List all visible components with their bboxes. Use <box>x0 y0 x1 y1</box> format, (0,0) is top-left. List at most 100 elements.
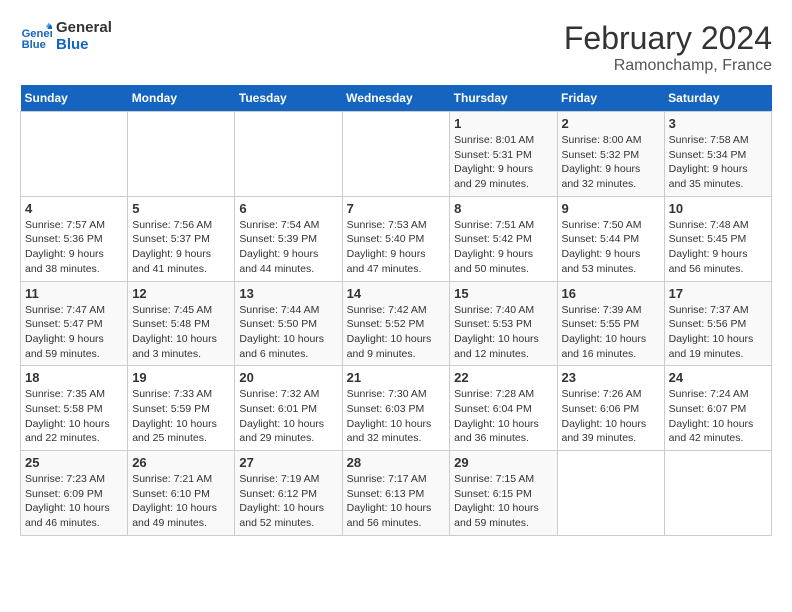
day-info: Sunrise: 7:26 AMSunset: 6:06 PMDaylight:… <box>562 387 660 446</box>
calendar-cell: 12 Sunrise: 7:45 AMSunset: 5:48 PMDayligh… <box>128 281 235 366</box>
calendar-cell <box>342 112 450 197</box>
calendar-cell <box>235 112 342 197</box>
calendar-table: SundayMondayTuesdayWednesdayThursdayFrid… <box>20 85 772 536</box>
day-info: Sunrise: 7:40 AMSunset: 5:53 PMDaylight:… <box>454 303 552 362</box>
calendar-cell <box>664 451 771 536</box>
calendar-cell: 22 Sunrise: 7:28 AMSunset: 6:04 PMDayligh… <box>450 366 557 451</box>
day-info: Sunrise: 7:53 AMSunset: 5:40 PMDaylight:… <box>347 218 446 277</box>
calendar-cell: 25 Sunrise: 7:23 AMSunset: 6:09 PMDayligh… <box>21 451 128 536</box>
calendar-cell: 21 Sunrise: 7:30 AMSunset: 6:03 PMDayligh… <box>342 366 450 451</box>
week-row-4: 18 Sunrise: 7:35 AMSunset: 5:58 PMDayligh… <box>21 366 772 451</box>
day-info: Sunrise: 7:35 AMSunset: 5:58 PMDaylight:… <box>25 387 123 446</box>
calendar-cell: 15 Sunrise: 7:40 AMSunset: 5:53 PMDayligh… <box>450 281 557 366</box>
title-block: February 2024 Ramonchamp, France <box>564 20 772 75</box>
day-number: 5 <box>132 201 230 216</box>
day-info: Sunrise: 7:45 AMSunset: 5:48 PMDaylight:… <box>132 303 230 362</box>
day-number: 1 <box>454 116 552 131</box>
calendar-cell <box>128 112 235 197</box>
day-number: 4 <box>25 201 123 216</box>
calendar-cell: 1 Sunrise: 8:01 AMSunset: 5:31 PMDaylight… <box>450 112 557 197</box>
days-header-row: SundayMondayTuesdayWednesdayThursdayFrid… <box>21 85 772 112</box>
day-number: 23 <box>562 370 660 385</box>
calendar-cell: 9Sunrise: 7:50 AMSunset: 5:44 PMDaylight… <box>557 196 664 281</box>
calendar-cell: 7 Sunrise: 7:53 AMSunset: 5:40 PMDaylight… <box>342 196 450 281</box>
calendar-cell: 4 Sunrise: 7:57 AMSunset: 5:36 PMDaylight… <box>21 196 128 281</box>
day-number: 17 <box>669 286 767 301</box>
calendar-cell: 29 Sunrise: 7:15 AMSunset: 6:15 PMDayligh… <box>450 451 557 536</box>
day-header-saturday: Saturday <box>664 85 771 112</box>
day-number: 12 <box>132 286 230 301</box>
day-info: Sunrise: 7:30 AMSunset: 6:03 PMDaylight:… <box>347 387 446 446</box>
calendar-cell: 18 Sunrise: 7:35 AMSunset: 5:58 PMDayligh… <box>21 366 128 451</box>
calendar-cell: 16 Sunrise: 7:39 AMSunset: 5:55 PMDayligh… <box>557 281 664 366</box>
day-info: Sunrise: 8:00 AMSunset: 5:32 PMDaylight:… <box>562 133 660 192</box>
logo-icon: General Blue <box>20 21 52 53</box>
calendar-cell: 27 Sunrise: 7:19 AMSunset: 6:12 PMDayligh… <box>235 451 342 536</box>
day-info: Sunrise: 7:19 AMSunset: 6:12 PMDaylight:… <box>239 472 337 531</box>
calendar-cell: 24Sunrise: 7:24 AMSunset: 6:07 PMDayligh… <box>664 366 771 451</box>
day-info: Sunrise: 7:58 AMSunset: 5:34 PMDaylight:… <box>669 133 767 192</box>
calendar-cell: 23 Sunrise: 7:26 AMSunset: 6:06 PMDayligh… <box>557 366 664 451</box>
day-number: 25 <box>25 455 123 470</box>
day-number: 15 <box>454 286 552 301</box>
day-info: Sunrise: 7:51 AMSunset: 5:42 PMDaylight:… <box>454 218 552 277</box>
day-number: 16 <box>562 286 660 301</box>
day-header-friday: Friday <box>557 85 664 112</box>
calendar-cell: 6 Sunrise: 7:54 AMSunset: 5:39 PMDaylight… <box>235 196 342 281</box>
svg-text:General: General <box>22 28 52 40</box>
logo-line1: General <box>56 20 112 37</box>
calendar-subtitle: Ramonchamp, France <box>564 57 772 75</box>
day-number: 7 <box>347 201 446 216</box>
day-info: Sunrise: 7:54 AMSunset: 5:39 PMDaylight:… <box>239 218 337 277</box>
day-info: Sunrise: 7:17 AMSunset: 6:13 PMDaylight:… <box>347 472 446 531</box>
day-number: 22 <box>454 370 552 385</box>
week-row-2: 4 Sunrise: 7:57 AMSunset: 5:36 PMDaylight… <box>21 196 772 281</box>
calendar-cell: 20Sunrise: 7:32 AMSunset: 6:01 PMDayligh… <box>235 366 342 451</box>
day-number: 19 <box>132 370 230 385</box>
calendar-cell: 10Sunrise: 7:48 AMSunset: 5:45 PMDayligh… <box>664 196 771 281</box>
calendar-cell: 8 Sunrise: 7:51 AMSunset: 5:42 PMDaylight… <box>450 196 557 281</box>
svg-text:Blue: Blue <box>22 39 46 51</box>
day-info: Sunrise: 7:15 AMSunset: 6:15 PMDaylight:… <box>454 472 552 531</box>
logo: General Blue General Blue <box>20 20 112 53</box>
week-row-1: 1 Sunrise: 8:01 AMSunset: 5:31 PMDaylight… <box>21 112 772 197</box>
calendar-cell: 3Sunrise: 7:58 AMSunset: 5:34 PMDaylight… <box>664 112 771 197</box>
week-row-5: 25 Sunrise: 7:23 AMSunset: 6:09 PMDayligh… <box>21 451 772 536</box>
day-number: 11 <box>25 286 123 301</box>
day-number: 18 <box>25 370 123 385</box>
day-info: Sunrise: 7:42 AMSunset: 5:52 PMDaylight:… <box>347 303 446 362</box>
day-header-monday: Monday <box>128 85 235 112</box>
calendar-cell: 14 Sunrise: 7:42 AMSunset: 5:52 PMDayligh… <box>342 281 450 366</box>
day-number: 28 <box>347 455 446 470</box>
day-header-tuesday: Tuesday <box>235 85 342 112</box>
day-number: 29 <box>454 455 552 470</box>
calendar-cell: 11Sunrise: 7:47 AMSunset: 5:47 PMDayligh… <box>21 281 128 366</box>
day-number: 26 <box>132 455 230 470</box>
calendar-cell: 13 Sunrise: 7:44 AMSunset: 5:50 PMDayligh… <box>235 281 342 366</box>
day-number: 27 <box>239 455 337 470</box>
calendar-cell: 28 Sunrise: 7:17 AMSunset: 6:13 PMDayligh… <box>342 451 450 536</box>
day-number: 24 <box>669 370 767 385</box>
day-info: Sunrise: 7:57 AMSunset: 5:36 PMDaylight:… <box>25 218 123 277</box>
day-header-wednesday: Wednesday <box>342 85 450 112</box>
logo-line2: Blue <box>56 37 112 54</box>
day-number: 2 <box>562 116 660 131</box>
day-info: Sunrise: 8:01 AMSunset: 5:31 PMDaylight:… <box>454 133 552 192</box>
day-info: Sunrise: 7:23 AMSunset: 6:09 PMDaylight:… <box>25 472 123 531</box>
day-info: Sunrise: 7:33 AMSunset: 5:59 PMDaylight:… <box>132 387 230 446</box>
day-info: Sunrise: 7:39 AMSunset: 5:55 PMDaylight:… <box>562 303 660 362</box>
calendar-cell: 2 Sunrise: 8:00 AMSunset: 5:32 PMDaylight… <box>557 112 664 197</box>
day-number: 21 <box>347 370 446 385</box>
day-number: 6 <box>239 201 337 216</box>
day-info: Sunrise: 7:37 AMSunset: 5:56 PMDaylight:… <box>669 303 767 362</box>
day-info: Sunrise: 7:21 AMSunset: 6:10 PMDaylight:… <box>132 472 230 531</box>
calendar-title: February 2024 <box>564 20 772 57</box>
day-info: Sunrise: 7:28 AMSunset: 6:04 PMDaylight:… <box>454 387 552 446</box>
day-number: 13 <box>239 286 337 301</box>
calendar-cell <box>557 451 664 536</box>
day-number: 20 <box>239 370 337 385</box>
day-header-sunday: Sunday <box>21 85 128 112</box>
day-number: 14 <box>347 286 446 301</box>
day-info: Sunrise: 7:44 AMSunset: 5:50 PMDaylight:… <box>239 303 337 362</box>
day-number: 8 <box>454 201 552 216</box>
